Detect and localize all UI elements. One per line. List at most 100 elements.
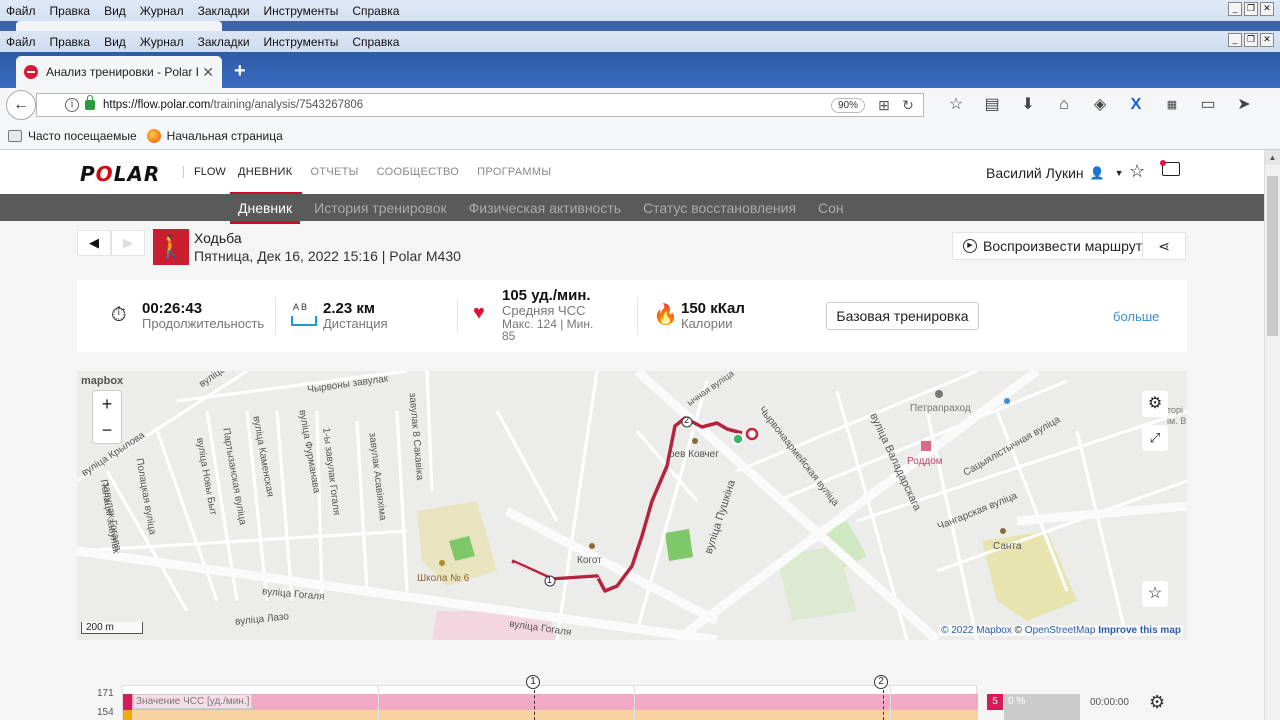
nav-community[interactable]: СООБЩЕСТВО [377, 166, 460, 178]
chart-lap-marker-1[interactable]: 1 [526, 675, 540, 689]
map-lap-marker-1: 1 [547, 575, 553, 585]
menu-history[interactable]: Журнал [140, 4, 184, 18]
more-link[interactable]: больше [1113, 309, 1159, 324]
url-host: https://flow.polar.com [103, 99, 211, 111]
summary-panel: ⏱ 00:26:43 Продолжительность A B 2.23 км… [77, 280, 1187, 352]
reader-icon[interactable]: ⊞ [875, 97, 893, 114]
subnav-history[interactable]: История тренировок [314, 200, 446, 216]
attribution-osm-link[interactable]: OpenStreetMap [1025, 625, 1096, 636]
share-button[interactable]: ⋖ [1142, 232, 1186, 260]
duration-value: 00:26:43 [142, 300, 203, 317]
nav-reports[interactable]: ОТЧЕТЫ [310, 166, 358, 178]
minimize-icon[interactable]: _ [1228, 33, 1242, 47]
subnav-recovery[interactable]: Статус восстановления [643, 200, 796, 216]
hr-label: Средняя ЧСС [502, 303, 586, 318]
attribution-separator: © [1014, 625, 1023, 636]
chart-lap-marker-2[interactable]: 2 [874, 675, 888, 689]
hr-detail: Макс. 124 | Мин. [502, 317, 594, 331]
replay-route-button[interactable]: ▶ Воспроизвести маршрут [952, 232, 1154, 260]
info-icon[interactable]: i [65, 98, 79, 112]
download-icon[interactable]: ⬇ [1010, 95, 1046, 115]
back-button[interactable]: ← [6, 90, 36, 120]
next-session-button[interactable]: ▶ [111, 230, 145, 256]
new-tab-icon[interactable]: + [234, 60, 246, 83]
subnav-sleep[interactable]: Сон [818, 200, 844, 216]
menu-tools[interactable]: Инструменты [264, 4, 339, 18]
menu-bookmarks-2[interactable]: Закладки [198, 35, 250, 49]
bookmark-start-page[interactable]: Начальная страница [146, 128, 283, 143]
divider [637, 298, 638, 334]
zoom-out-icon[interactable]: − [93, 417, 121, 443]
main-nav: ДНЕВНИК ОТЧЕТЫ СООБЩЕСТВО ПРОГРАММЫ [229, 166, 569, 195]
map-settings-gear-icon[interactable]: ⚙ [1142, 391, 1168, 417]
nav-diary[interactable]: ДНЕВНИК [229, 166, 303, 195]
attribution-mapbox-link[interactable]: Mapbox [976, 625, 1012, 636]
close-icon[interactable]: ✕ [1260, 33, 1274, 47]
url-path: /training/analysis/7543267806 [210, 99, 364, 111]
favorites-star-icon[interactable]: ☆ [1129, 161, 1145, 182]
map-favorite-star-icon[interactable]: ☆ [1142, 581, 1168, 607]
menu-file[interactable]: Файл [6, 4, 36, 18]
map-label: Школа № 6 [417, 573, 470, 584]
url-text[interactable]: https://flow.polar.com/training/analysis… [103, 99, 831, 111]
menu-file-2[interactable]: Файл [6, 35, 36, 49]
session-title: Ходьба [194, 230, 242, 246]
browser-tab[interactable]: Анализ тренировки - Polar F... ✕ [16, 56, 222, 88]
subnav-activity[interactable]: Физическая активность [469, 200, 621, 216]
prev-session-button[interactable]: ◀ [77, 230, 111, 256]
menu-bookmarks[interactable]: Закладки [198, 4, 250, 18]
hr-value: 105 уд./мин. [502, 287, 591, 304]
monitor-icon[interactable]: ▭ [1190, 95, 1226, 115]
restore-icon[interactable]: ❐ [1244, 2, 1258, 16]
zoom-in-icon[interactable]: + [93, 391, 121, 417]
reading-list-icon[interactable]: ▤ [974, 95, 1010, 115]
menu-view-2[interactable]: Вид [104, 35, 126, 49]
menu-edit[interactable]: Правка [50, 4, 91, 18]
attribution-year: © 2022 [941, 625, 974, 636]
nav-programs[interactable]: ПРОГРАММЫ [477, 166, 551, 178]
chart-settings-gear-icon[interactable]: ⚙ [1149, 692, 1165, 713]
chevron-down-icon: ▼ [1114, 168, 1124, 178]
training-type-button[interactable]: Базовая тренировка [826, 302, 979, 330]
menu-history-2[interactable]: Журнал [140, 35, 184, 49]
fullscreen-expand-icon[interactable]: ⤢ [1142, 425, 1168, 451]
hamburger-menu-icon[interactable]: ☰ [1268, 95, 1280, 115]
bookmark-star-icon[interactable]: ☆ [938, 95, 974, 115]
chart-plot-area[interactable]: Значение ЧСС [уд./мин.] [122, 685, 978, 720]
flag-icon[interactable]: ▦ [1154, 95, 1190, 115]
scroll-thumb[interactable] [1267, 176, 1278, 336]
flame-icon: 🔥 [653, 304, 678, 326]
menu-help-2[interactable]: Справка [352, 35, 399, 49]
minimize-icon[interactable]: _ [1228, 2, 1242, 16]
bookmark-most-visited[interactable]: Часто посещаемые [8, 129, 137, 143]
send-icon[interactable]: ➤ [1226, 95, 1262, 115]
url-bar[interactable]: i https://flow.polar.com/training/analys… [36, 93, 924, 117]
scroll-up-icon[interactable]: ▲ [1265, 150, 1280, 165]
menu-tools-2[interactable]: Инструменты [264, 35, 339, 49]
grid-line [890, 686, 891, 720]
divider [275, 298, 276, 334]
home-icon[interactable]: ⌂ [1046, 95, 1082, 115]
y-tick-label: 154 [97, 707, 114, 718]
map-label: Когот [577, 555, 602, 566]
page-scrollbar[interactable]: ▲ [1264, 150, 1280, 720]
restore-icon[interactable]: ❐ [1244, 33, 1258, 47]
close-icon[interactable]: ✕ [1260, 2, 1274, 16]
navigation-bar: ← i https://flow.polar.com/training/anal… [0, 88, 1280, 122]
menu-help[interactable]: Справка [352, 4, 399, 18]
improve-map-link[interactable]: Improve this map [1098, 625, 1181, 636]
tab-close-icon[interactable]: ✕ [202, 64, 214, 81]
polar-logo[interactable]: POLAR [80, 162, 160, 186]
pocket-icon[interactable]: ◈ [1082, 95, 1118, 115]
subnav-diary[interactable]: Дневник [229, 200, 301, 224]
reload-icon[interactable]: ↻ [899, 97, 917, 114]
route-map[interactable]: 2 1 вуліца Крылова Чырвоны завулак вуліц… [77, 371, 1187, 640]
menu-view[interactable]: Вид [104, 4, 126, 18]
user-menu[interactable]: Василий Лукин 👤 ▼ [986, 165, 1124, 181]
mapbox-logo[interactable]: mapbox [81, 375, 123, 387]
tab-title: Анализ тренировки - Polar F... [46, 65, 199, 79]
menu-edit-2[interactable]: Правка [50, 35, 91, 49]
flow-label: FLOW [183, 166, 226, 178]
extension-x-icon[interactable]: X [1118, 95, 1154, 115]
zoom-level[interactable]: 90% [830, 97, 865, 113]
